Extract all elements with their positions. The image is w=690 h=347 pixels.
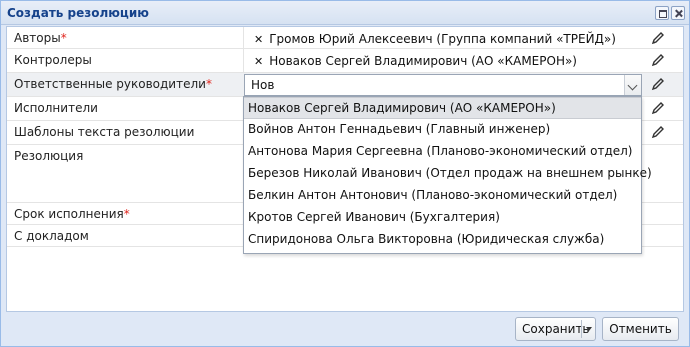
maximize-icon[interactable] — [655, 6, 669, 20]
row-controllers: Контролеры ✕ Новаков Сергей Владимирович … — [7, 49, 683, 73]
cancel-button[interactable]: Отменить — [602, 317, 679, 341]
dropdown-option[interactable]: Кротов Сергей Иванович (Бухгалтерия) — [244, 207, 641, 229]
edit-templates-pencil-icon[interactable] — [650, 124, 666, 140]
remove-controller-icon[interactable]: ✕ — [254, 55, 263, 68]
edit-responsible-pencil-icon[interactable] — [650, 76, 666, 92]
window-title: Создать резолюцию — [7, 6, 149, 20]
dropdown-option[interactable]: Березов Николай Иванович (Отдел продаж н… — [244, 163, 652, 185]
save-menu-arrow-icon[interactable] — [586, 327, 592, 331]
field-label: Резолюция — [14, 149, 84, 163]
row-authors: Авторы* ✕ Громов Юрий Алексеевич (Группа … — [7, 27, 683, 49]
window-titlebar[interactable]: Создать резолюцию — [1, 1, 689, 25]
row-responsible-managers: Ответственные руководители* Нов — [7, 73, 683, 97]
save-split-button[interactable]: Сохранить — [515, 317, 596, 341]
field-label: С докладом — [14, 229, 89, 243]
dropdown-option[interactable]: Антонова Мария Сергеевна (Планово-эконом… — [244, 141, 641, 163]
edit-executors-pencil-icon[interactable] — [650, 100, 666, 116]
edit-controllers-pencil-icon[interactable] — [650, 52, 666, 68]
cancel-button-label: Отменить — [609, 322, 672, 336]
field-label: Срок исполнения* — [14, 207, 130, 221]
field-label: Авторы* — [14, 31, 67, 45]
remove-author-icon[interactable]: ✕ — [254, 33, 263, 46]
responsible-managers-combobox[interactable]: Нов — [244, 74, 642, 96]
responsible-managers-dropdown-list: Новаков Сергей Владимирович (АО «КАМЕРОН… — [243, 96, 652, 254]
create-resolution-window: Создать резолюцию Авторы* ✕ Громов Юрий А… — [0, 0, 690, 347]
controller-value: ✕ Новаков Сергей Владимирович (АО «КАМЕРО… — [254, 54, 577, 68]
dropdown-option[interactable]: Белкин Антон Антонович (Планово-экономич… — [244, 185, 641, 207]
field-label: Исполнители — [14, 101, 98, 115]
dropdown-option[interactable]: Войнов Антон Геннадьевич (Главный инжене… — [244, 119, 641, 141]
dropdown-option[interactable]: Спиридонова Ольга Викторовна (Юридическа… — [244, 229, 641, 251]
field-label: Шаблоны текста резолюции — [14, 125, 195, 139]
close-icon[interactable] — [671, 6, 685, 20]
field-label: Контролеры — [14, 53, 92, 67]
edit-authors-pencil-icon[interactable] — [650, 30, 666, 46]
field-label: Ответственные руководители* — [14, 77, 212, 91]
dropdown-option[interactable]: Новаков Сергей Владимирович (АО «КАМЕРОН… — [244, 97, 641, 119]
combobox-input-text[interactable]: Нов — [251, 78, 274, 92]
save-button-label: Сохранить — [522, 322, 590, 336]
author-value: ✕ Громов Юрий Алексеевич (Группа компаний… — [254, 32, 616, 46]
chevron-down-icon[interactable] — [624, 75, 641, 95]
